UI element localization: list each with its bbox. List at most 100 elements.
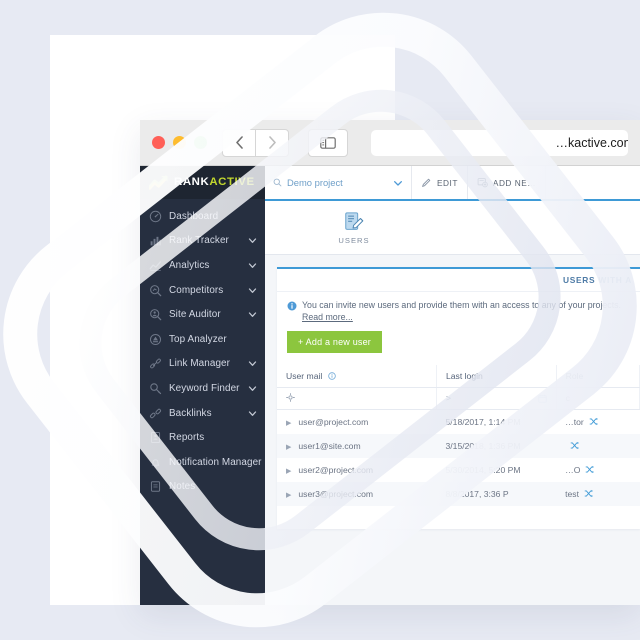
- sidebar-item-backlinks[interactable]: Backlinks: [140, 401, 265, 426]
- brand-logo[interactable]: RANKACTIVE: [140, 166, 265, 199]
- filter-gear-icon[interactable]: [286, 392, 295, 402]
- tab-users[interactable]: USERS: [325, 211, 383, 245]
- column-header-role[interactable]: Role: [556, 364, 640, 388]
- sidebar-item-notes[interactable]: Notes: [140, 475, 265, 500]
- report-document-icon: [150, 432, 161, 444]
- chevron-down-icon: [248, 263, 257, 268]
- sidebar-item-link-manager[interactable]: Link Manager: [140, 352, 265, 377]
- column-header-user-mail[interactable]: User mail: [277, 364, 437, 388]
- sidebar-toggle-icon: [320, 136, 336, 149]
- document-pencil-icon: [345, 211, 364, 230]
- column-label: Role: [565, 370, 584, 381]
- sidebar-toggle-button[interactable]: [308, 128, 348, 157]
- filter-user-mail[interactable]: [277, 387, 437, 410]
- cell-user-mail: ▶ user1@site.com: [277, 433, 437, 458]
- filter-last-login[interactable]: >: [436, 387, 557, 410]
- bell-icon: [151, 458, 160, 468]
- sidebar-item-site-auditor[interactable]: Site Auditor: [140, 302, 265, 327]
- sidebar-item-top-analyzer[interactable]: Top Analyzer: [140, 327, 265, 352]
- sidebar-item-label: Reports: [169, 432, 205, 444]
- users-table-body: ▶ user@project.com 5/18/2017, 1:14 PM …to…: [277, 409, 640, 506]
- table-row[interactable]: ▶ user2@project.com 5/30/2014, 5:20 PM …O: [277, 458, 640, 482]
- chevron-down-icon: [248, 312, 257, 318]
- role-value: …O: [565, 464, 581, 475]
- column-label: User mail: [286, 370, 323, 381]
- role-wrapper: …tor: [565, 417, 630, 427]
- sidebar-item-label: Rank Tracker: [169, 235, 229, 247]
- note-icon: [150, 481, 161, 493]
- screenshot-canvas: …kactive.com RANKACTIVE Dashboard Rank T…: [0, 0, 640, 640]
- role-wrapper: test: [565, 489, 630, 499]
- filter-operator: >: [446, 393, 452, 404]
- back-button[interactable]: [222, 128, 256, 157]
- address-bar[interactable]: …kactive.com: [371, 129, 628, 156]
- cell-last-login: 8/8/2017, 3:36 P: [436, 481, 557, 506]
- user-mail-value: user@project.com: [298, 416, 369, 427]
- cell-last-login: 5/18/2017, 1:14 PM: [445, 416, 521, 427]
- cell-user-mail: ▶ user2@project.com: [277, 458, 437, 482]
- shuffle-icon[interactable]: [589, 417, 598, 426]
- sidebar-nav-list: Dashboard Rank Tracker Analytics Competi…: [140, 199, 265, 499]
- users-panel: USERS WITH A You can invite new users an…: [277, 267, 640, 529]
- window-traffic-lights: [152, 136, 207, 149]
- browser-chrome: …kactive.com: [140, 120, 640, 166]
- shuffle-icon[interactable]: [570, 441, 579, 450]
- close-window-button[interactable]: [152, 136, 165, 149]
- app-sidebar: RANKACTIVE Dashboard Rank Tracker Analyt…: [140, 166, 265, 605]
- search-icon: [273, 178, 282, 187]
- magnifier-arrow-icon: [150, 284, 162, 296]
- column-header-last-login[interactable]: Last login: [436, 364, 557, 388]
- row-expander-icon[interactable]: ▶: [286, 491, 291, 499]
- cell-role: …O: [556, 458, 639, 482]
- filter-role[interactable]: c: [556, 387, 640, 410]
- add-project-icon: [477, 178, 488, 188]
- calendar-icon[interactable]: [537, 394, 547, 403]
- minimize-window-button[interactable]: [173, 136, 186, 149]
- sidebar-item-label: Link Manager: [169, 358, 231, 370]
- add-project-button[interactable]: ADD NE…: [468, 166, 547, 199]
- sidebar-item-label: Analytics: [169, 259, 210, 271]
- sidebar-item-notification-manager[interactable]: Notification Manager: [140, 450, 265, 475]
- chevron-down-icon: [248, 410, 257, 416]
- line-chart-icon: [149, 261, 161, 271]
- row-expander-icon[interactable]: ▶: [286, 467, 291, 475]
- column-label: Last login: [446, 370, 483, 381]
- edit-label: EDIT: [437, 177, 458, 188]
- chevron-down-icon: [248, 287, 257, 293]
- table-filter-row: > c: [277, 387, 640, 410]
- sidebar-item-reports[interactable]: Reports: [140, 425, 265, 450]
- shuffle-icon[interactable]: [584, 489, 593, 498]
- edit-project-button[interactable]: EDIT: [412, 166, 468, 199]
- table-row[interactable]: ▶ user@project.com 5/18/2017, 1:14 PM …to…: [277, 409, 640, 434]
- tab-label: USERS: [338, 235, 370, 245]
- sidebar-item-label: Site Auditor: [169, 309, 221, 321]
- application-body: RANKACTIVE Dashboard Rank Tracker Analyt…: [140, 166, 640, 605]
- sidebar-item-label: Notification Manager: [169, 456, 262, 468]
- sidebar-item-rank-tracker[interactable]: Rank Tracker: [140, 229, 265, 254]
- sidebar-item-keyword-finder[interactable]: Keyword Finder: [140, 376, 265, 401]
- row-expander-icon[interactable]: ▶: [286, 419, 291, 427]
- table-row[interactable]: ▶ user1@site.com 3/15/2018, 1:36 PM: [277, 433, 640, 458]
- table-row[interactable]: ▶ user3@project.com 8/8/2017, 3:36 P test: [277, 481, 640, 506]
- nav-button-group: [222, 128, 289, 157]
- sidebar-item-label: Top Analyzer: [169, 333, 227, 345]
- zoom-window-button[interactable]: [194, 136, 207, 149]
- row-expander-icon[interactable]: ▶: [286, 443, 291, 451]
- cell-last-login: 5/30/2014, 5:20 PM: [445, 464, 521, 475]
- chevron-down-icon: [248, 361, 257, 367]
- add-new-user-button[interactable]: + Add a new user: [287, 330, 382, 353]
- filter-role-value: c: [565, 393, 570, 404]
- shuffle-icon[interactable]: [585, 465, 595, 474]
- sidebar-item-analytics[interactable]: Analytics: [140, 253, 265, 278]
- info-icon: [287, 301, 297, 311]
- chevron-down-icon[interactable]: [393, 178, 403, 188]
- project-selector[interactable]: Demo project: [265, 166, 412, 199]
- section-tabs: USERS: [265, 201, 640, 255]
- broken-link-icon: [150, 358, 161, 369]
- bar-chart-icon: [150, 237, 161, 246]
- sidebar-item-dashboard[interactable]: Dashboard: [140, 204, 265, 229]
- sidebar-item-label: Dashboard: [169, 210, 219, 222]
- sidebar-item-competitors[interactable]: Competitors: [140, 278, 265, 303]
- forward-button[interactable]: [256, 128, 289, 157]
- read-more-link[interactable]: Read more...: [302, 312, 353, 322]
